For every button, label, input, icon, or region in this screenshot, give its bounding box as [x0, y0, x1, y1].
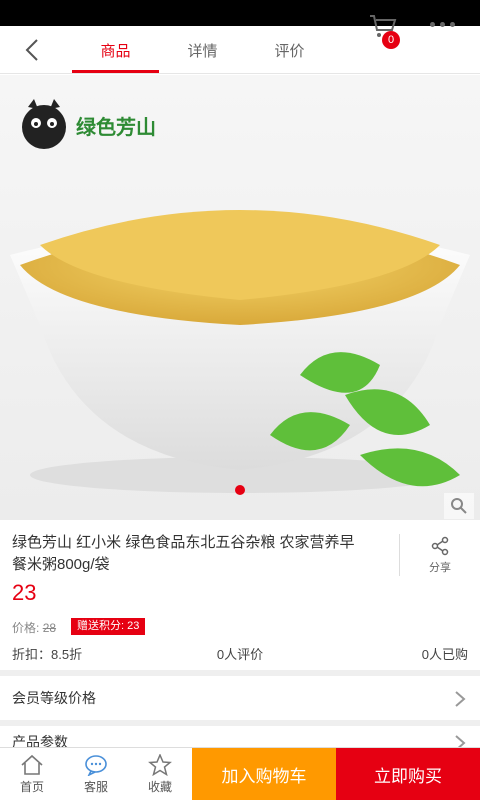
- current-price: 23: [12, 580, 37, 605]
- bought-count: 0人已购: [421, 647, 468, 662]
- zoom-button[interactable]: [444, 493, 474, 519]
- customer-service-button[interactable]: 客服: [64, 748, 128, 800]
- mascot-icon: [22, 99, 66, 149]
- more-dots-icon: [429, 21, 435, 27]
- tab-product[interactable]: 商品: [72, 26, 159, 74]
- member-price-row[interactable]: 会员等级价格: [0, 676, 480, 720]
- carousel-indicator: [0, 485, 480, 497]
- home-icon: [21, 754, 43, 775]
- brand-text: 绿色芳山: [76, 114, 156, 139]
- home-button[interactable]: 首页: [0, 748, 64, 800]
- more-button[interactable]: [424, 14, 460, 34]
- product-stats: 折扣：8.5折 0人评价 0人已购: [0, 644, 480, 664]
- share-icon: [431, 536, 449, 555]
- chat-icon: [85, 755, 107, 776]
- member-price-label: 会员等级价格: [12, 690, 96, 706]
- share-label: 分享: [429, 561, 451, 574]
- home-label: 首页: [19, 780, 44, 794]
- chevron-left-icon: [25, 39, 38, 61]
- favorite-button[interactable]: 收藏: [128, 748, 192, 800]
- original-price-row: 价格: 28: [12, 619, 56, 636]
- active-tab-indicator: [72, 70, 159, 73]
- carousel-dot[interactable]: [235, 485, 245, 495]
- review-count: 0人评价: [216, 647, 264, 662]
- points-badge: 赠送积分: 23: [71, 618, 146, 635]
- product-image-carousel[interactable]: 绿色芳山: [0, 75, 480, 520]
- share-button[interactable]: 分享: [399, 534, 480, 576]
- buy-now-button[interactable]: 立即购买: [336, 748, 480, 800]
- star-icon: [148, 754, 172, 776]
- tab-details[interactable]: 详情: [159, 26, 246, 74]
- brand-logo: 绿色芳山: [18, 97, 156, 153]
- status-bar: [0, 0, 480, 26]
- bottom-action-bar: 首页 客服 收藏 加入购物车 立即购买: [0, 747, 480, 800]
- tab-reviews[interactable]: 评价: [246, 26, 333, 74]
- favorite-label: 收藏: [147, 780, 172, 794]
- add-to-cart-button[interactable]: 加入购物车: [192, 748, 336, 800]
- search-icon: [451, 498, 467, 514]
- chevron-right-icon: [455, 691, 466, 707]
- back-button[interactable]: [14, 34, 50, 66]
- customer-service-label: 客服: [83, 780, 108, 794]
- product-title: 绿色芳山 红小米 绿色食品东北五谷杂粮 农家营养早餐米粥800g/袋: [12, 534, 355, 573]
- original-price: 28: [42, 621, 57, 635]
- top-navigation: 商品 详情 评价: [0, 26, 480, 74]
- cart-count-badge: 0: [382, 31, 400, 49]
- product-info: 绿色芳山 红小米 绿色食品东北五谷杂粮 农家营养早餐米粥800g/袋 分享 23…: [0, 520, 480, 670]
- original-price-label: 价格:: [12, 621, 40, 635]
